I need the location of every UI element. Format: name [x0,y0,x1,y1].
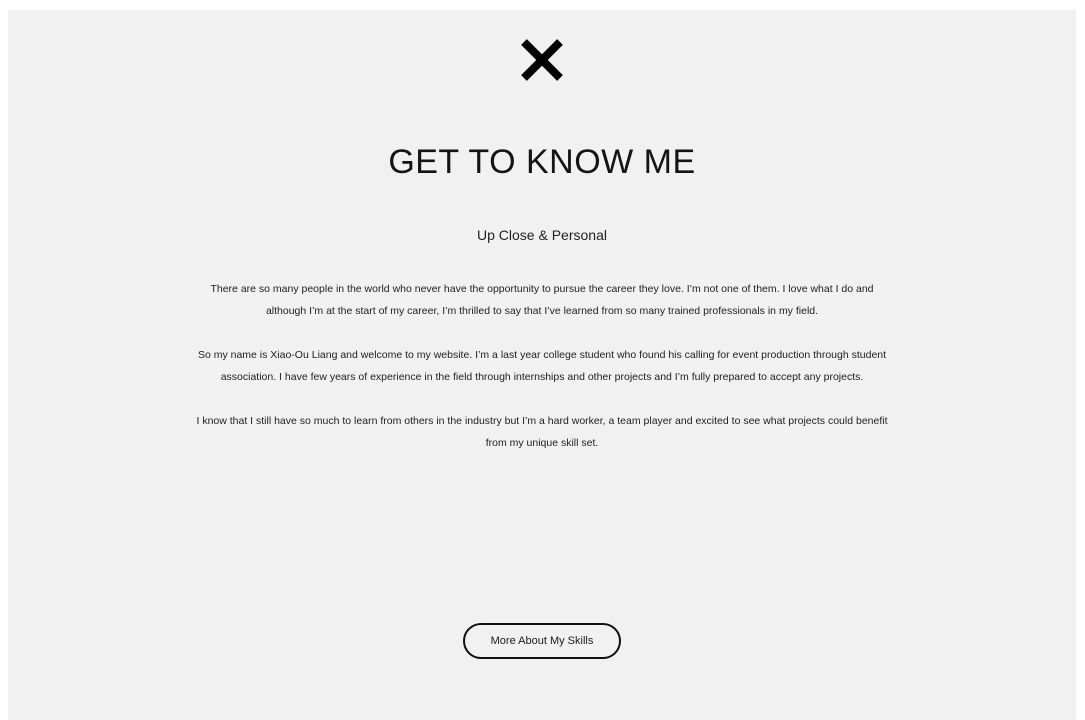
more-about-skills-button[interactable]: More About My Skills [463,623,621,659]
about-paragraph-2: So my name is Xiao-Ou Liang and welcome … [197,349,887,383]
about-paragraph-3: I know that I still have so much to lear… [196,415,888,449]
close-x-icon [521,39,563,81]
about-text: There are so many people in the world wh… [196,278,888,476]
about-panel: GET TO KNOW ME Up Close & Personal There… [8,10,1076,720]
about-paragraph-1: There are so many people in the world wh… [210,283,874,317]
page-subtitle: Up Close & Personal [477,227,607,243]
page-title: GET TO KNOW ME [388,143,696,181]
close-button[interactable] [512,30,572,90]
